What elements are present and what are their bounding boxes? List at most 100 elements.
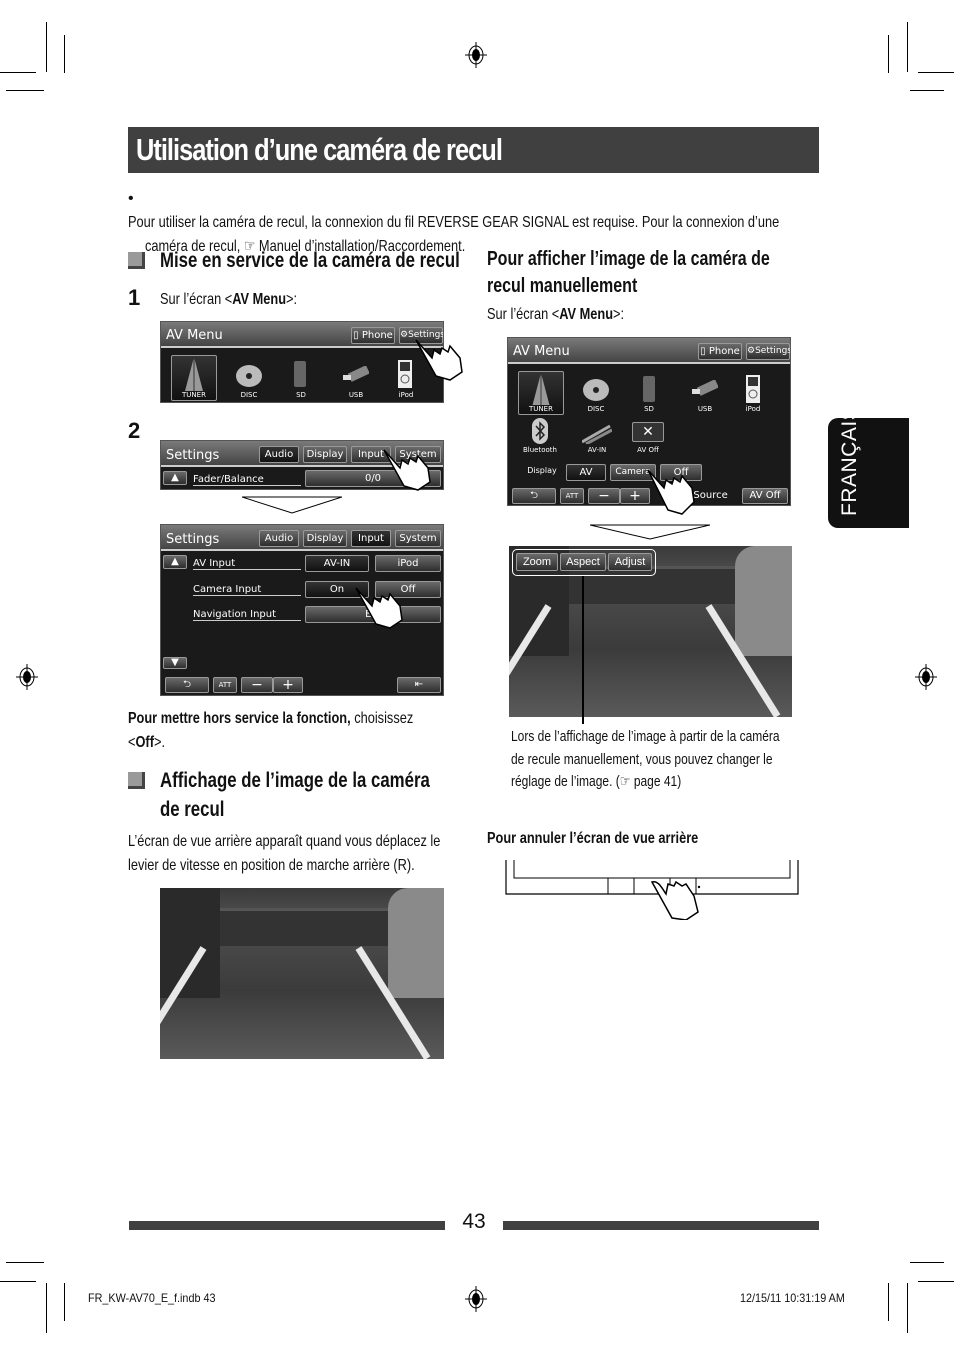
phone-button[interactable]: ▯ Phone (351, 327, 395, 344)
step-number: 1 (128, 285, 141, 310)
pointing-hand-icon (415, 339, 463, 381)
footer-timestamp-text: 12/15/11 10:31:19 AM (740, 1291, 845, 1305)
tuner-tower-icon (532, 373, 550, 405)
page-number: 43 (462, 1210, 486, 1233)
cancel-rear-view-heading: Pour annuler l’écran de vue arrière (487, 827, 751, 851)
page-title: Utilisation d’une caméra de recul (128, 127, 819, 173)
crop-mark (910, 1262, 944, 1263)
parked-car-left (160, 888, 220, 998)
page-number-bar-left (129, 1221, 445, 1230)
tab-display[interactable]: Display (303, 446, 347, 463)
text: >. (153, 734, 165, 751)
source-label: iPod (398, 391, 414, 399)
bluetooth-icon (532, 418, 548, 444)
display-label: Display (527, 466, 557, 475)
text-bold: AV Menu (559, 306, 614, 323)
screen-title: Settings (166, 448, 220, 463)
text: >: (286, 291, 298, 308)
source-label: AV-IN (587, 446, 607, 454)
att-button[interactable]: ATT (560, 488, 584, 504)
section-heading-text: Mise en service de la caméra de recul (160, 249, 460, 272)
volume-down-button[interactable]: − (241, 677, 273, 693)
zoom-button[interactable]: Zoom (516, 553, 558, 571)
parked-car-right (388, 888, 444, 998)
crop-mark (888, 35, 889, 73)
exit-button[interactable]: ⇤ (397, 677, 441, 693)
att-button[interactable]: ATT (213, 677, 237, 693)
crop-mark (888, 1283, 889, 1321)
crop-mark (918, 72, 954, 73)
settings-label: Settings (755, 346, 791, 356)
adjust-button[interactable]: Adjust (608, 553, 652, 571)
step1-instruction: Sur l’écran <AV Menu>: (160, 288, 331, 312)
footer-filename-text: FR_KW-AV70_E_f.indb 43 (88, 1291, 216, 1305)
scroll-up-button[interactable]: ▲ (163, 555, 187, 569)
tab-system[interactable]: System (395, 530, 441, 547)
crop-mark (6, 90, 44, 91)
rear-camera-image (160, 888, 444, 1059)
pointing-hand-icon (383, 449, 431, 491)
caption-line: de recule manuellement, vous pouvez chan… (511, 750, 773, 768)
source-label: SD (644, 405, 654, 413)
usb-icon (692, 380, 718, 396)
note-bold: Pour mettre hors service la fonction, (128, 710, 351, 727)
source-label: DISC (240, 391, 258, 399)
text: >: (613, 306, 625, 323)
phone-button[interactable]: ▯ Phone (698, 343, 742, 360)
phone-label: Phone (708, 346, 740, 357)
heading-text: Pour annuler l’écran de vue arrière (487, 830, 699, 847)
source-label: Bluetooth (523, 446, 557, 454)
text-bold: Off (135, 734, 154, 751)
heading-line: de recul (160, 798, 225, 821)
heading-line: Affichage de l’image de la caméra (160, 769, 430, 792)
parked-car-right (735, 546, 792, 656)
tuner-tower-icon (185, 357, 203, 391)
note-text: choisissez (350, 710, 414, 727)
heading-line: Pour afficher l’image de la caméra de (487, 248, 770, 270)
intro-text-line1: Pour utiliser la caméra de recul, la con… (128, 214, 780, 231)
aspect-button[interactable]: Aspect (560, 553, 606, 571)
crop-mark (0, 1281, 36, 1282)
camera-view-caption: Lors de l’affichage de l’image à partir … (511, 726, 801, 794)
scroll-up-button[interactable]: ▲ (163, 471, 187, 485)
crop-mark (907, 22, 908, 72)
settings-button[interactable]: ⚙Settings (746, 343, 790, 360)
screen-header: Settings Audio Display Input System (161, 525, 443, 551)
av-off-button[interactable]: AV Off (742, 488, 788, 504)
crop-mark (0, 72, 36, 73)
volume-up-button[interactable]: + (273, 677, 303, 693)
volume-down-button[interactable]: − (588, 488, 620, 504)
language-tab: FRANÇAIS (828, 406, 909, 528)
ipod-icon (746, 375, 760, 403)
tab-display[interactable]: Display (303, 530, 347, 547)
section2-body: L’écran de vue arrière apparaît quand vo… (128, 830, 458, 878)
av-input-ipod-option[interactable]: iPod (375, 555, 441, 572)
step-text: Sur l’écran <AV Menu>: (487, 303, 624, 327)
source-label: TUNER (529, 405, 553, 413)
screen-header: AV Menu ▯ Phone ⚙Settings (161, 322, 443, 348)
text: Sur l’écran < (487, 306, 560, 323)
tab-input[interactable]: Input (351, 530, 391, 547)
back-button[interactable]: ⮌ (165, 677, 209, 693)
fader-balance-label: Fader/Balance (193, 474, 301, 486)
av-in-cable-icon (582, 424, 612, 444)
av-off-icon[interactable]: ✕ (632, 422, 664, 442)
source-label: USB (697, 405, 713, 413)
av-menu-screen-small: AV Menu ▯ Phone ⚙Settings TUNER DISC SD … (160, 321, 444, 403)
source-label: TUNER (182, 391, 206, 399)
camera-input-label: Camera Input (193, 584, 301, 596)
registration-mark-icon (465, 42, 487, 68)
navigation-input-label: Navigation Input (193, 609, 301, 621)
tab-audio[interactable]: Audio (259, 446, 299, 463)
crop-mark (910, 90, 944, 91)
flow-arrow-icon (590, 524, 710, 540)
back-button[interactable]: ⮌ (512, 488, 556, 504)
av-input-avin-option[interactable]: AV-IN (305, 555, 369, 572)
page-title-text: Utilisation d’une caméra de recul (136, 132, 503, 167)
caption-line: réglage de l’image. (☞ page 41) (511, 773, 682, 790)
tab-audio[interactable]: Audio (259, 530, 299, 547)
crop-mark (907, 1283, 908, 1333)
display-av-option[interactable]: AV (566, 464, 606, 481)
text: Sur l’écran < (160, 291, 233, 308)
scroll-down-button[interactable]: ▼ (163, 657, 187, 669)
